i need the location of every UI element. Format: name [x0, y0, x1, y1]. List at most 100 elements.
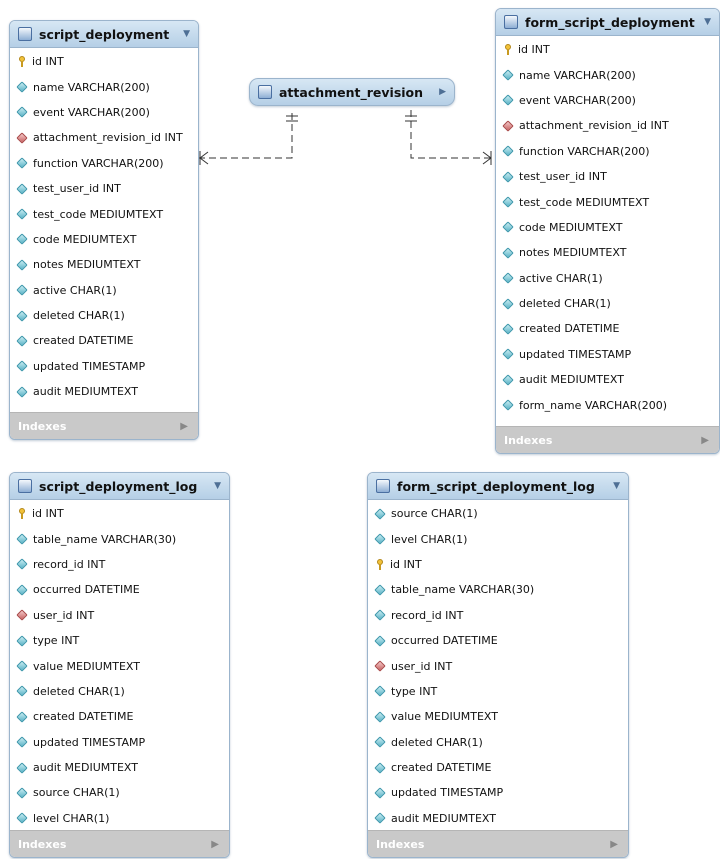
column-row[interactable]: level CHAR(1) — [368, 526, 628, 551]
column-row[interactable]: type INT — [10, 628, 229, 653]
column-icon — [374, 634, 386, 647]
table-form-script-deployment-log[interactable]: form_script_deployment_log ▼ source CHAR… — [367, 472, 629, 858]
collapse-arrow-icon[interactable]: ▼ — [613, 481, 620, 491]
column-row[interactable]: updated TIMESTAMP — [368, 780, 628, 805]
indexes-footer[interactable]: Indexes ▶ — [10, 412, 198, 439]
column-row[interactable]: notes MEDIUMTEXT — [496, 240, 719, 265]
table-attachment-revision[interactable]: attachment_revision ▶ — [249, 78, 455, 106]
column-row[interactable]: record_id INT — [368, 603, 628, 628]
collapse-arrow-icon[interactable]: ▼ — [704, 17, 711, 27]
expand-arrow-icon[interactable]: ▶ — [211, 839, 219, 850]
column-row[interactable]: deleted CHAR(1) — [368, 730, 628, 755]
column-row[interactable]: test_user_id INT — [496, 164, 719, 189]
column-label: test_user_id INT — [519, 170, 607, 184]
table-icon — [258, 85, 272, 99]
column-row[interactable]: active CHAR(1) — [10, 278, 198, 303]
column-row[interactable]: source CHAR(1) — [368, 501, 628, 526]
table-title: script_deployment_log — [39, 478, 198, 494]
column-row[interactable]: function VARCHAR(200) — [496, 139, 719, 164]
column-row[interactable]: attachment_revision_id INT — [496, 113, 719, 138]
indexes-footer[interactable]: Indexes ▶ — [496, 426, 719, 453]
expand-arrow-icon[interactable]: ▶ — [180, 421, 188, 432]
column-row[interactable]: created DATETIME — [10, 704, 229, 729]
column-row[interactable]: deleted CHAR(1) — [10, 303, 198, 328]
column-row[interactable]: deleted CHAR(1) — [10, 679, 229, 704]
column-label: function VARCHAR(200) — [33, 156, 164, 170]
column-row[interactable]: occurred DATETIME — [368, 628, 628, 653]
column-row[interactable]: id INT — [10, 501, 229, 526]
column-row[interactable]: record_id INT — [10, 552, 229, 577]
table-header[interactable]: script_deployment ▼ — [10, 21, 198, 48]
column-icon — [502, 145, 514, 157]
column-row[interactable]: type INT — [368, 679, 628, 704]
indexes-label: Indexes — [18, 419, 67, 433]
column-label: updated TIMESTAMP — [391, 786, 504, 800]
column-row[interactable]: created DATETIME — [368, 755, 628, 780]
column-row[interactable]: test_user_id INT — [10, 176, 198, 201]
column-row[interactable]: level CHAR(1) — [10, 806, 229, 831]
expand-arrow-icon[interactable]: ▶ — [439, 87, 446, 97]
column-label: name VARCHAR(200) — [33, 80, 150, 94]
column-row[interactable]: updated TIMESTAMP — [10, 730, 229, 755]
column-row[interactable]: form_name VARCHAR(200) — [496, 392, 719, 417]
column-row[interactable]: test_code MEDIUMTEXT — [496, 189, 719, 214]
column-row[interactable]: deleted CHAR(1) — [496, 291, 719, 316]
column-row[interactable]: name VARCHAR(200) — [10, 74, 198, 99]
column-icon — [16, 533, 28, 545]
column-row[interactable]: source CHAR(1) — [10, 780, 229, 805]
indexes-footer[interactable]: Indexes ▶ — [368, 830, 628, 857]
column-row[interactable]: user_id INT — [368, 653, 628, 678]
table-script-deployment-log[interactable]: script_deployment_log ▼ id INT table_name… — [9, 472, 230, 858]
column-label: attachment_revision_id INT — [519, 119, 669, 133]
column-row[interactable]: code MEDIUMTEXT — [10, 227, 198, 252]
column-row[interactable]: audit MEDIUMTEXT — [368, 806, 628, 831]
column-row[interactable]: value MEDIUMTEXT — [10, 653, 229, 678]
column-row[interactable]: active CHAR(1) — [496, 266, 719, 291]
column-row[interactable]: event VARCHAR(200) — [10, 100, 198, 125]
column-row[interactable]: function VARCHAR(200) — [10, 151, 198, 176]
column-label: created DATETIME — [33, 710, 134, 724]
column-row[interactable]: table_name VARCHAR(30) — [368, 577, 628, 602]
table-title: attachment_revision — [279, 84, 424, 100]
column-row[interactable]: notes MEDIUMTEXT — [10, 252, 198, 277]
column-row[interactable]: updated TIMESTAMP — [10, 354, 198, 379]
expand-arrow-icon[interactable]: ▶ — [701, 435, 709, 446]
column-icon — [374, 508, 386, 520]
column-row[interactable]: user_id INT — [10, 603, 229, 628]
table-header[interactable]: script_deployment_log ▼ — [10, 473, 229, 500]
column-row[interactable]: occurred DATETIME — [10, 577, 229, 602]
column-row[interactable]: audit MEDIUMTEXT — [496, 367, 719, 392]
column-row[interactable]: audit MEDIUMTEXT — [10, 755, 229, 780]
column-icon — [502, 297, 514, 310]
foreign-key-icon — [502, 120, 514, 132]
column-label: source CHAR(1) — [391, 507, 478, 521]
table-script-deployment[interactable]: script_deployment ▼ id INT name VARCHAR(2… — [9, 20, 199, 440]
column-row[interactable]: code MEDIUMTEXT — [496, 215, 719, 240]
table-form-script-deployment[interactable]: form_script_deployment ▼ id INT name VARC… — [495, 8, 720, 454]
column-row[interactable]: event VARCHAR(200) — [496, 88, 719, 113]
column-label: id INT — [518, 43, 550, 57]
indexes-footer[interactable]: Indexes ▶ — [10, 830, 229, 857]
table-header[interactable]: form_script_deployment ▼ — [496, 9, 719, 36]
column-row[interactable]: created DATETIME — [10, 328, 198, 353]
column-row[interactable]: created DATETIME — [496, 316, 719, 341]
column-label: id INT — [32, 507, 64, 521]
table-icon — [18, 479, 32, 493]
collapse-arrow-icon[interactable]: ▼ — [214, 481, 221, 491]
collapse-arrow-icon[interactable]: ▼ — [183, 29, 190, 39]
column-list: source CHAR(1) level CHAR(1) id INT table_n… — [368, 500, 628, 831]
column-row[interactable]: audit MEDIUMTEXT — [10, 379, 198, 404]
column-row[interactable]: updated TIMESTAMP — [496, 342, 719, 367]
primary-key-icon — [18, 508, 26, 520]
column-row[interactable]: attachment_revision_id INT — [10, 125, 198, 150]
column-row[interactable]: id INT — [496, 37, 719, 62]
column-row[interactable]: test_code MEDIUMTEXT — [10, 201, 198, 226]
column-row[interactable]: value MEDIUMTEXT — [368, 704, 628, 729]
table-header[interactable]: form_script_deployment_log ▼ — [368, 473, 628, 500]
expand-arrow-icon[interactable]: ▶ — [610, 839, 618, 850]
column-label: active CHAR(1) — [519, 271, 603, 285]
column-row[interactable]: id INT — [10, 49, 198, 74]
column-row[interactable]: id INT — [368, 552, 628, 577]
column-row[interactable]: name VARCHAR(200) — [496, 62, 719, 87]
column-row[interactable]: table_name VARCHAR(30) — [10, 526, 229, 551]
